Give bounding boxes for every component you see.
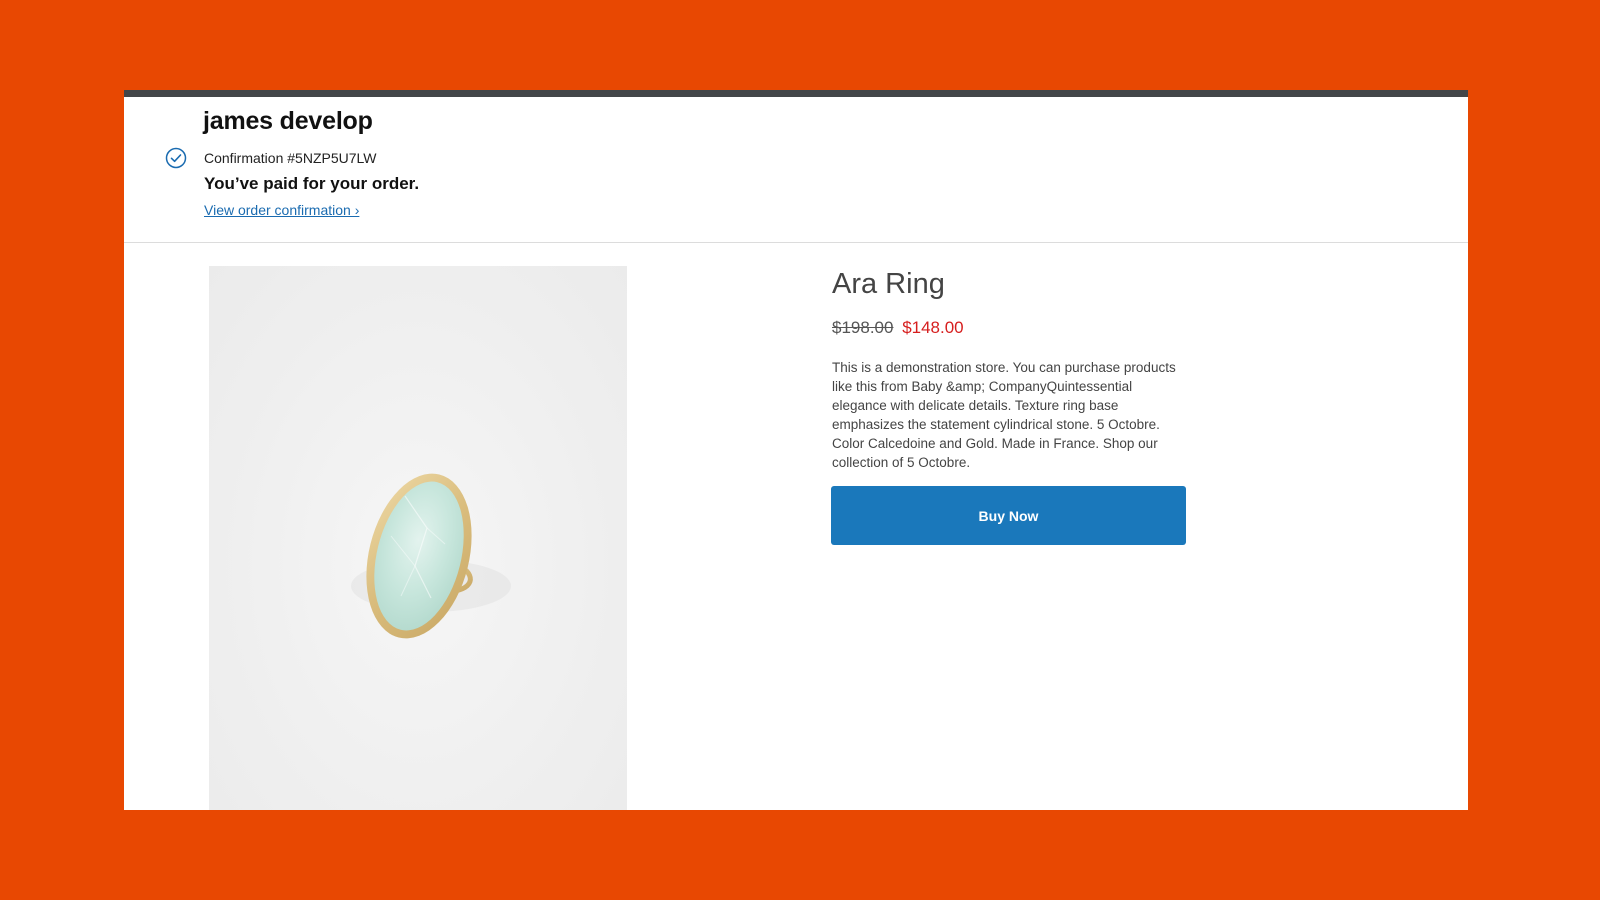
product-title: Ara Ring — [832, 268, 945, 300]
order-confirmation-header: james develop Confirmation #5NZP5U7LW Yo… — [124, 97, 1468, 243]
view-order-confirmation-link[interactable]: View order confirmation › — [204, 202, 359, 218]
confirmation-number: Confirmation #5NZP5U7LW — [204, 150, 377, 166]
product-description: This is a demonstration store. You can p… — [832, 360, 1176, 470]
checkout-window: james develop Confirmation #5NZP5U7LW Yo… — [124, 90, 1468, 810]
store-name: james develop — [203, 107, 373, 135]
payment-status-message: You’ve paid for your order. — [204, 174, 420, 193]
product-image — [209, 266, 627, 810]
sale-price: $148.00 — [902, 318, 964, 337]
price-row: $198.00 $148.00 — [832, 318, 964, 338]
check-circle-icon — [165, 147, 187, 169]
window-top-bar — [124, 90, 1468, 97]
original-price: $198.00 — [832, 318, 894, 337]
buy-now-button[interactable]: Buy Now — [831, 486, 1186, 545]
